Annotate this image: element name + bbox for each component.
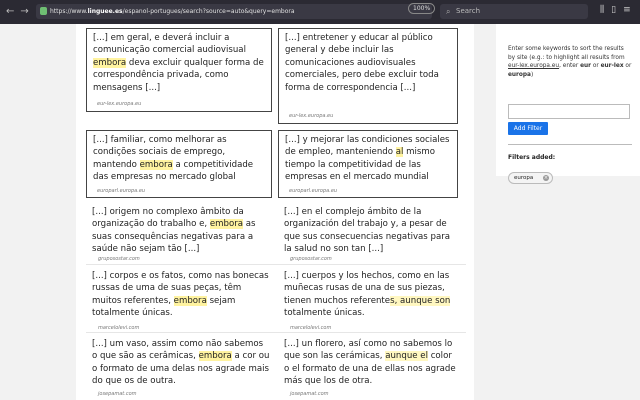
zoom-level[interactable]: 100% xyxy=(408,3,436,14)
result-text: [...] en el complejo ámbito de la organi… xyxy=(278,204,464,256)
result-text: [...] entretener y educar al público gen… xyxy=(279,29,457,94)
result-source[interactable]: josepamat.com xyxy=(290,391,329,397)
result-right-4[interactable]: [...] cuerpos y los hechos, como en las … xyxy=(278,268,464,331)
url-text: https://www.linguee.es/espanol-portugues… xyxy=(50,6,295,17)
text-before: [...] entretener y educar al público gen… xyxy=(285,33,439,93)
filter-chip-europa: europa × xyxy=(508,172,553,184)
row-divider xyxy=(86,264,466,265)
toolbar-right-icons: ⫼ ▯ ≡ xyxy=(600,5,631,15)
result-text: [...] um vaso, assim como não sabemos o … xyxy=(86,336,276,388)
result-text: [...] origem no complexo âmbito da organ… xyxy=(86,204,276,256)
result-right-3[interactable]: [...] en el complejo ámbito de la organi… xyxy=(278,204,464,262)
result-text: [...] cuerpos y los hechos, como en las … xyxy=(278,268,464,320)
results-content: [...] em geral, e deverá incluir a comun… xyxy=(76,24,474,400)
result-source[interactable]: gruposostar.com xyxy=(290,256,332,262)
library-icon[interactable]: ⫼ xyxy=(600,5,604,15)
panel-divider xyxy=(508,144,632,145)
result-source[interactable]: eur-lex.europa.eu xyxy=(97,101,141,107)
highlight: s, aunque son xyxy=(390,295,451,306)
result-text: [...] un florero, así como no sabemos lo… xyxy=(278,336,464,388)
result-right-1[interactable]: [...] entretener y educar al público gen… xyxy=(278,28,458,124)
filter-keyword-input[interactable] xyxy=(508,104,630,119)
instruction-text: Enter some keywords to sort the results … xyxy=(508,46,625,61)
example-link[interactable]: eur-lex.europa.eu xyxy=(508,63,559,69)
instruction-text: ) xyxy=(530,71,534,78)
highlight: embora xyxy=(93,57,127,68)
result-right-2[interactable]: [...] y mejorar las condiciones sociales… xyxy=(278,130,458,198)
text-before: [...] en el complejo ámbito de la organi… xyxy=(284,207,451,255)
result-source[interactable]: europarl.europa.eu xyxy=(289,188,337,194)
forward-icon[interactable]: → xyxy=(20,6,28,17)
highlight: embora xyxy=(173,295,207,306)
back-icon[interactable]: ← xyxy=(6,6,14,17)
chip-label: europa xyxy=(514,175,534,181)
result-text: [...] y mejorar las condiciones sociales… xyxy=(279,131,457,184)
result-source[interactable]: marcelolevi.com xyxy=(98,325,139,331)
instruction-text: or xyxy=(623,63,632,70)
url-prefix: https://www. xyxy=(50,8,88,15)
highlight: embora xyxy=(198,351,232,362)
example-keyword: europa xyxy=(508,71,531,78)
highlight: embora xyxy=(209,219,244,230)
url-path: /espanol-portugues/search?source=auto&qu… xyxy=(122,8,295,15)
menu-icon[interactable]: ≡ xyxy=(623,5,631,15)
filter-instructions: Enter some keywords to sort the results … xyxy=(508,45,632,79)
browser-toolbar: ← → https://www.linguee.es/espanol-portu… xyxy=(0,0,640,24)
result-left-4[interactable]: [...] corpos e os fatos, como nas boneca… xyxy=(86,268,276,331)
result-source[interactable]: europarl.europa.eu xyxy=(97,188,145,194)
result-left-2[interactable]: [...] familiar, como melhorar as condiçõ… xyxy=(86,130,272,198)
example-keyword: eur xyxy=(580,63,591,70)
result-right-5[interactable]: [...] un florero, así como no sabemos lo… xyxy=(278,336,464,398)
url-domain: linguee.es xyxy=(87,8,123,15)
add-filter-button[interactable]: Add Filter xyxy=(508,122,548,135)
result-source[interactable]: josepamat.com xyxy=(98,391,137,397)
text-after: totalmente únicas. xyxy=(284,308,365,319)
highlight: aunque el xyxy=(385,351,428,362)
instruction-text: , enter xyxy=(559,63,581,70)
example-keyword: eur-lex xyxy=(600,63,624,70)
result-left-1[interactable]: [...] em geral, e deverá incluir a comun… xyxy=(86,28,272,112)
search-icon: ⌕ xyxy=(446,7,451,16)
result-text: [...] familiar, como melhorar as condiçõ… xyxy=(87,131,271,184)
filter-panel: Enter some keywords to sort the results … xyxy=(496,24,640,184)
result-text: [...] corpos e os fatos, como nas boneca… xyxy=(86,268,276,320)
search-placeholder: Search xyxy=(456,7,481,15)
result-source[interactable]: eur-lex.europa.eu xyxy=(289,113,333,119)
row-divider xyxy=(86,332,466,333)
url-bar[interactable]: https://www.linguee.es/espanol-portugues… xyxy=(36,4,432,19)
close-icon[interactable]: × xyxy=(543,175,549,181)
nav-buttons: ← → xyxy=(6,6,29,17)
result-left-3[interactable]: [...] origem no complexo âmbito da organ… xyxy=(86,204,276,262)
highlight: embora xyxy=(139,159,173,170)
instruction-text: or xyxy=(590,63,601,70)
result-left-5[interactable]: [...] um vaso, assim como não sabemos o … xyxy=(86,336,276,398)
result-source[interactable]: gruposostar.com xyxy=(98,256,140,262)
filters-added-label: Filters added: xyxy=(508,154,556,161)
result-source[interactable]: marcelolevi.com xyxy=(290,325,331,331)
result-text: [...] em geral, e deverá incluir a comun… xyxy=(87,29,271,94)
text-before: [...] em geral, e deverá incluir a comun… xyxy=(93,33,246,56)
lock-icon xyxy=(40,7,47,15)
sidebar-icon[interactable]: ▯ xyxy=(611,5,616,15)
search-bar[interactable]: ⌕ Search xyxy=(440,4,588,19)
